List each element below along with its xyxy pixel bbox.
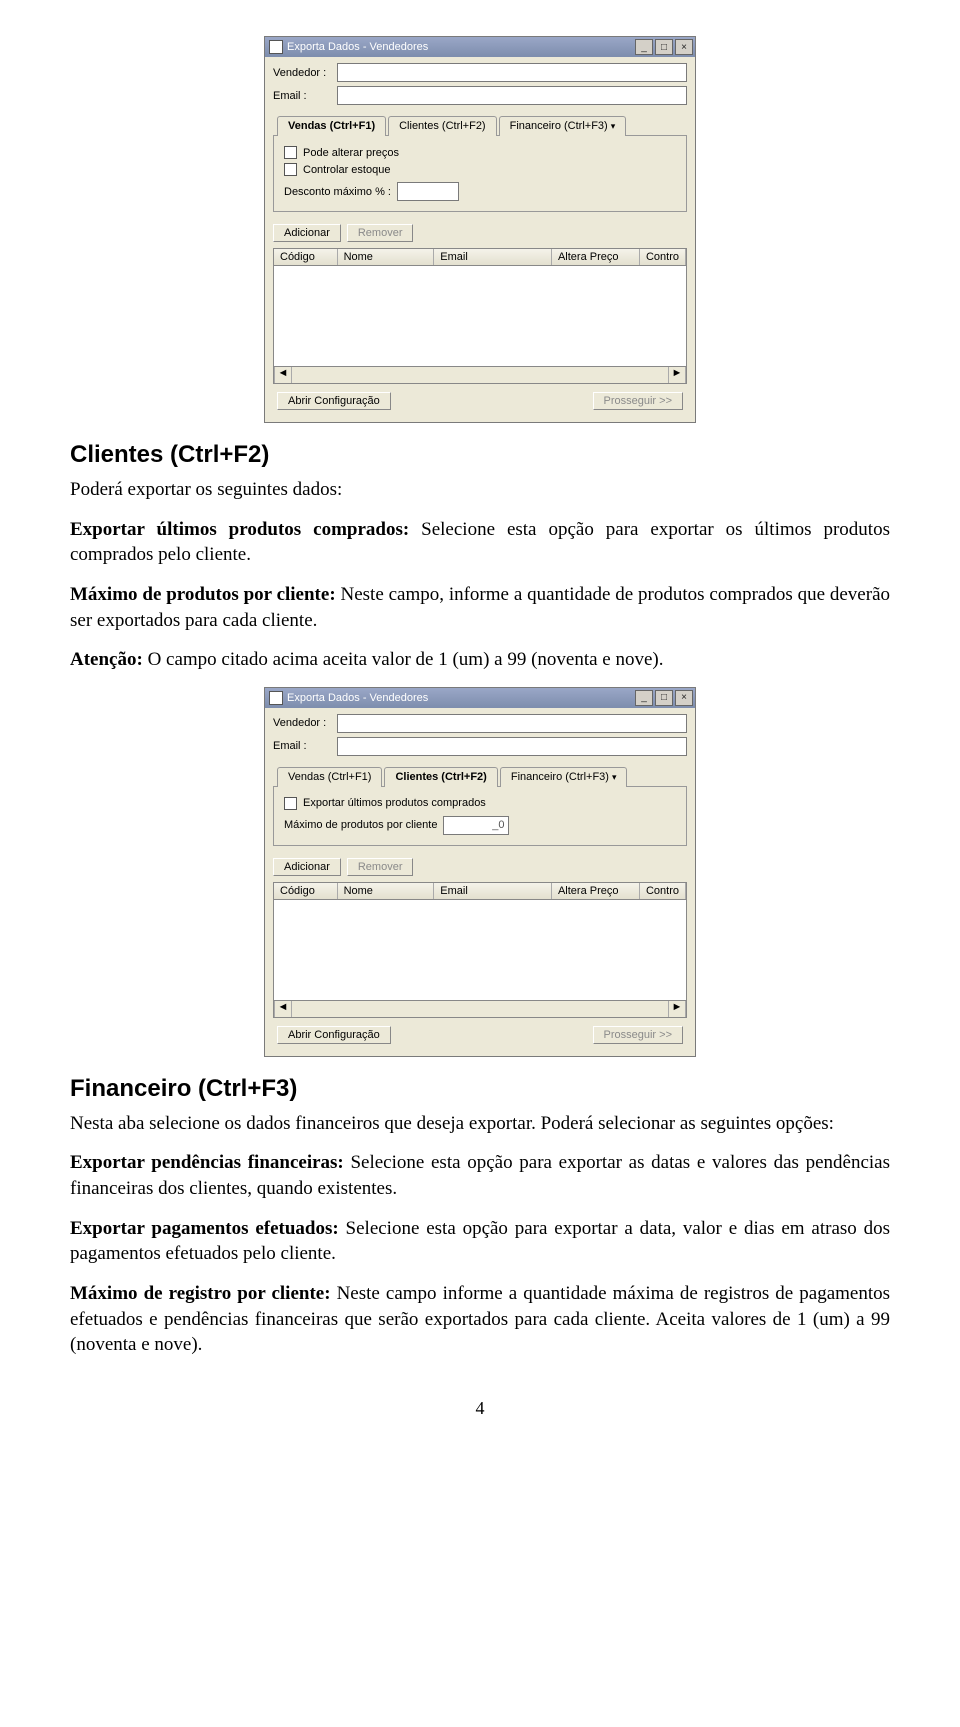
scroll-left-icon[interactable]: ◄ (274, 367, 292, 383)
clientes-opt2-label: Máximo de produtos por cliente: (70, 584, 336, 605)
close-button[interactable]: × (675, 39, 693, 55)
email-input[interactable] (337, 737, 687, 756)
remover-button[interactable]: Remover (347, 224, 414, 242)
financeiro-opt2: Exportar pagamentos efetuados: Selecione… (70, 1216, 890, 1267)
clientes-intro: Poderá exportar os seguintes dados: (70, 477, 890, 503)
label-alterar-precos: Pode alterar preços (303, 147, 399, 159)
clientes-atencao: Atenção: O campo citado acima aceita val… (70, 647, 890, 673)
window-title: Exporta Dados - Vendedores (287, 41, 428, 53)
abrir-config-button[interactable]: Abrir Configuração (277, 1026, 391, 1044)
label-max-produtos: Máximo de produtos por cliente (284, 819, 437, 831)
grid-body (273, 266, 687, 367)
page-number: 4 (70, 1398, 890, 1419)
clientes-atencao-label: Atenção: (70, 649, 143, 670)
vendedor-input[interactable] (337, 714, 687, 733)
minimize-button[interactable]: _ (635, 39, 653, 55)
tab-vendas[interactable]: Vendas (Ctrl+F1) (277, 767, 382, 787)
col-nome[interactable]: Nome (338, 883, 435, 899)
horizontal-scrollbar[interactable]: ◄ ► (273, 367, 687, 384)
app-icon (269, 40, 283, 54)
tab-financeiro[interactable]: Financeiro (Ctrl+F3)▾ (499, 116, 627, 136)
label-exportar-ultimos: Exportar últimos produtos comprados (303, 797, 486, 809)
checkbox-controlar-estoque[interactable] (284, 163, 297, 176)
tab-financeiro-label: Financeiro (Ctrl+F3) (510, 120, 608, 132)
col-contro[interactable]: Contro (640, 249, 686, 265)
col-altera-preco[interactable]: Altera Preço (552, 883, 640, 899)
adicionar-button[interactable]: Adicionar (273, 224, 341, 242)
col-email[interactable]: Email (434, 883, 552, 899)
desconto-input[interactable] (397, 182, 459, 201)
col-contro[interactable]: Contro (640, 883, 686, 899)
minimize-button[interactable]: _ (635, 690, 653, 706)
app-icon (269, 691, 283, 705)
max-produtos-input[interactable]: _0 (443, 816, 509, 835)
maximize-button[interactable]: □ (655, 39, 673, 55)
window-title: Exporta Dados - Vendedores (287, 692, 428, 704)
chevron-down-icon: ▾ (612, 772, 617, 782)
tab-financeiro-label: Financeiro (Ctrl+F3) (511, 771, 609, 783)
remover-button[interactable]: Remover (347, 858, 414, 876)
financeiro-opt3-label: Máximo de registro por cliente: (70, 1283, 331, 1304)
tab-clientes[interactable]: Clientes (Ctrl+F2) (384, 767, 497, 787)
financeiro-opt1: Exportar pendências financeiras: Selecio… (70, 1150, 890, 1201)
col-altera-preco[interactable]: Altera Preço (552, 249, 640, 265)
prosseguir-button[interactable]: Prosseguir >> (593, 392, 683, 410)
scroll-left-icon[interactable]: ◄ (274, 1001, 292, 1017)
tab-financeiro[interactable]: Financeiro (Ctrl+F3)▾ (500, 767, 628, 787)
adicionar-button[interactable]: Adicionar (273, 858, 341, 876)
label-controlar-estoque: Controlar estoque (303, 164, 390, 176)
label-vendedor: Vendedor : (273, 717, 331, 729)
col-codigo[interactable]: Código (274, 883, 338, 899)
label-desconto: Desconto máximo % : (284, 186, 391, 198)
clientes-opt1: Exportar últimos produtos comprados: Sel… (70, 517, 890, 568)
clientes-atencao-text: O campo citado acima aceita valor de 1 (… (143, 649, 664, 670)
email-input[interactable] (337, 86, 687, 105)
window-exporta-dados-2: Exporta Dados - Vendedores _ □ × Vendedo… (264, 687, 696, 1057)
financeiro-intro: Nesta aba selecione os dados financeiros… (70, 1111, 890, 1137)
titlebar: Exporta Dados - Vendedores _ □ × (265, 37, 695, 57)
label-email: Email : (273, 740, 331, 752)
heading-financeiro: Financeiro (Ctrl+F3) (70, 1075, 890, 1103)
financeiro-opt1-label: Exportar pendências financeiras: (70, 1152, 344, 1173)
tab-clientes[interactable]: Clientes (Ctrl+F2) (388, 116, 497, 136)
checkbox-exportar-ultimos[interactable] (284, 797, 297, 810)
col-nome[interactable]: Nome (338, 249, 435, 265)
abrir-config-button[interactable]: Abrir Configuração (277, 392, 391, 410)
horizontal-scrollbar[interactable]: ◄ ► (273, 1001, 687, 1018)
checkbox-alterar-precos[interactable] (284, 146, 297, 159)
scroll-right-icon[interactable]: ► (668, 1001, 686, 1017)
chevron-down-icon: ▾ (611, 121, 616, 131)
financeiro-opt2-label: Exportar pagamentos efetuados: (70, 1218, 339, 1239)
clientes-opt2: Máximo de produtos por cliente: Neste ca… (70, 582, 890, 633)
window-exporta-dados-1: Exporta Dados - Vendedores _ □ × Vendedo… (264, 36, 696, 423)
close-button[interactable]: × (675, 690, 693, 706)
label-vendedor: Vendedor : (273, 67, 331, 79)
vendedor-input[interactable] (337, 63, 687, 82)
clientes-opt1-label: Exportar últimos produtos comprados: (70, 519, 409, 540)
grid-body (273, 900, 687, 1001)
heading-clientes: Clientes (Ctrl+F2) (70, 441, 890, 469)
prosseguir-button[interactable]: Prosseguir >> (593, 1026, 683, 1044)
col-email[interactable]: Email (434, 249, 552, 265)
grid-header: Código Nome Email Altera Preço Contro (273, 248, 687, 266)
scroll-right-icon[interactable]: ► (668, 367, 686, 383)
tab-vendas[interactable]: Vendas (Ctrl+F1) (277, 116, 386, 136)
label-email: Email : (273, 90, 331, 102)
col-codigo[interactable]: Código (274, 249, 338, 265)
financeiro-opt3: Máximo de registro por cliente: Neste ca… (70, 1281, 890, 1358)
maximize-button[interactable]: □ (655, 690, 673, 706)
grid-header: Código Nome Email Altera Preço Contro (273, 882, 687, 900)
titlebar: Exporta Dados - Vendedores _ □ × (265, 688, 695, 708)
